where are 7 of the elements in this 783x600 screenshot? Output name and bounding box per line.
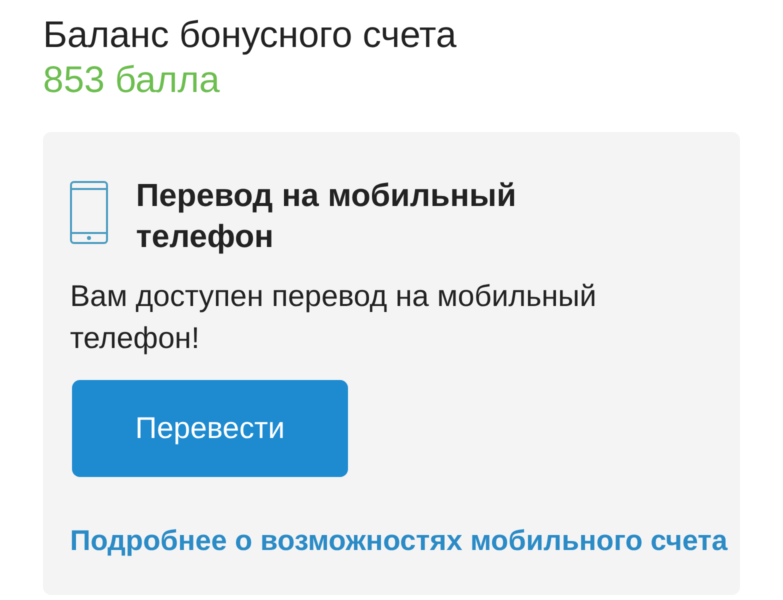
card-title: Перевод на мобильный телефон: [136, 176, 518, 256]
details-link[interactable]: Подробнее о возможностях мобильного счета: [70, 525, 728, 557]
balance-title: Баланс бонусного счета: [43, 13, 456, 57]
transfer-button[interactable]: Перевести: [72, 380, 348, 477]
card-text: Вам доступен перевод на мобильный телефон!: [70, 279, 598, 357]
balance-value: 853 балла: [43, 58, 220, 102]
mobile-phone-icon: [70, 181, 108, 244]
